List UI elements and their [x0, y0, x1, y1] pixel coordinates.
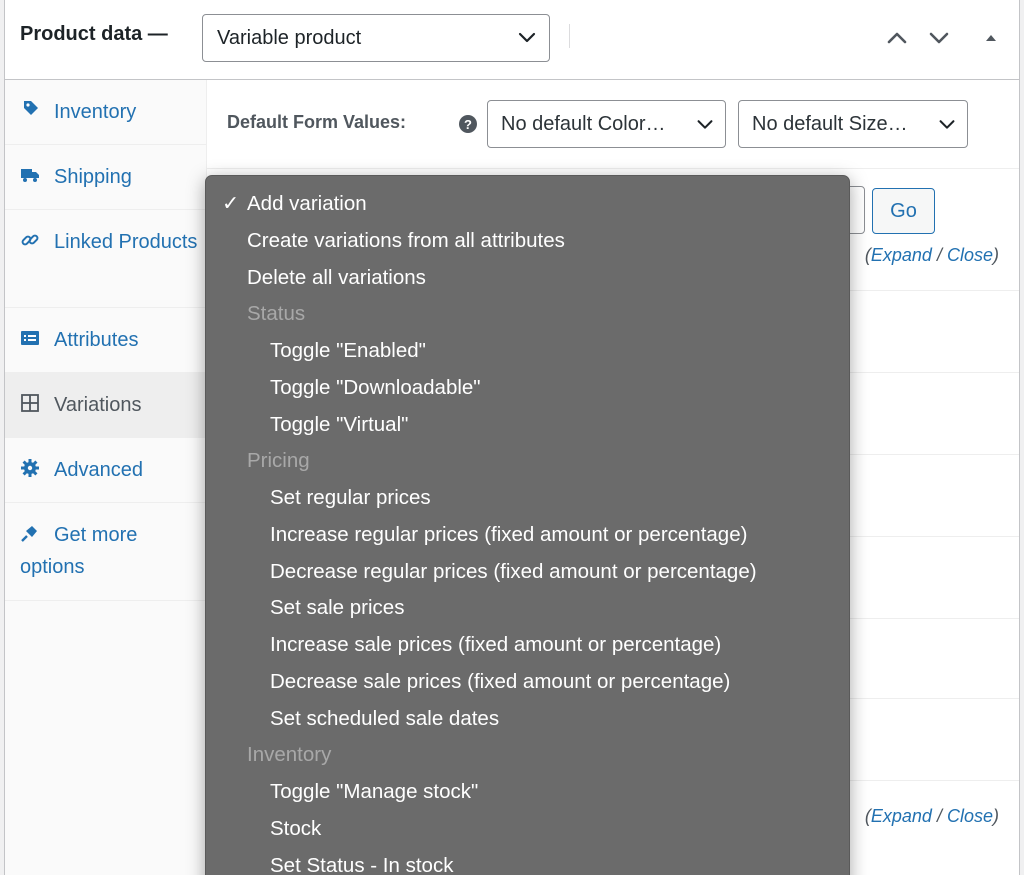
- tab-get-more-options[interactable]: Get more options: [5, 503, 206, 601]
- tab-label: Advanced: [54, 459, 143, 481]
- tab-label: Attributes: [54, 329, 139, 351]
- dropdown-option-label: Pricing: [247, 449, 310, 473]
- collapse-toggle-icon[interactable]: [979, 26, 1003, 50]
- dropdown-option-label: Set scheduled sale dates: [270, 706, 500, 730]
- move-down-icon[interactable]: [927, 26, 951, 50]
- tab-shipping[interactable]: Shipping: [5, 145, 206, 210]
- dropdown-option-label: Increase sale prices (fixed amount or pe…: [270, 633, 722, 656]
- tab-label: Inventory: [54, 101, 137, 123]
- dropdown-option-label: Toggle "Virtual": [270, 412, 409, 436]
- tab-variations[interactable]: Variations: [5, 373, 206, 438]
- dropdown-option-label: Delete all variations: [247, 265, 426, 289]
- default-color-select[interactable]: No default Color…: [487, 100, 726, 148]
- tab-label: Variations: [54, 394, 142, 416]
- expand-link[interactable]: Expand: [871, 245, 932, 265]
- tab-inventory[interactable]: Inventory: [5, 80, 206, 145]
- dropdown-option-label: Toggle "Enabled": [270, 339, 426, 362]
- separator: /: [931, 245, 947, 265]
- paren-close: ): [993, 806, 999, 826]
- dropdown-option-label: Set Status - In stock: [270, 853, 454, 875]
- dropdown-option[interactable]: Stock: [206, 811, 849, 847]
- dropdown-option-label: Set sale prices: [270, 596, 405, 620]
- close-link[interactable]: Close: [947, 245, 993, 265]
- dropdown-option-label: Create variations from all attributes: [247, 228, 565, 252]
- svg-text:?: ?: [464, 117, 472, 132]
- dropdown-option-label: Toggle "Manage stock": [270, 780, 479, 803]
- product-type-value: Variable product: [217, 27, 362, 49]
- dropdown-option[interactable]: Set Status - In stock: [206, 848, 849, 875]
- product-data-tabs: Inventory Shipping Linked Products Attri…: [5, 80, 207, 875]
- dropdown-option-label: Inventory: [247, 743, 332, 767]
- tab-advanced[interactable]: Advanced: [5, 438, 206, 503]
- checkmark-icon: ✓: [222, 192, 240, 215]
- tab-label: Linked Products: [54, 231, 198, 253]
- dropdown-option[interactable]: Decrease regular prices (fixed amount or…: [206, 554, 849, 590]
- default-size-value: No default Size…: [752, 113, 908, 135]
- dropdown-option-label: Decrease regular prices (fixed amount or…: [270, 559, 757, 583]
- separator: /: [931, 806, 947, 826]
- dropdown-option-label: Decrease sale prices (fixed amount or pe…: [270, 669, 731, 693]
- dropdown-option[interactable]: Set regular prices: [206, 480, 849, 516]
- dropdown-option[interactable]: Create variations from all attributes: [206, 223, 849, 259]
- expand-close-links-bottom: (Expand / Close): [865, 806, 999, 827]
- default-color-value: No default Color…: [501, 113, 666, 135]
- expand-link[interactable]: Expand: [871, 806, 932, 826]
- close-link[interactable]: Close: [947, 806, 993, 826]
- dropdown-optgroup-label: Inventory: [206, 737, 849, 773]
- tab-linked-products[interactable]: Linked Products: [5, 210, 206, 308]
- dropdown-option[interactable]: Decrease sale prices (fixed amount or pe…: [206, 664, 849, 700]
- default-size-select[interactable]: No default Size…: [738, 100, 968, 148]
- dropdown-option-label: Stock: [270, 816, 322, 840]
- tab-label: Shipping: [54, 166, 132, 188]
- bulk-actions-dropdown-menu: ✓ Add variation Create variations from all…: [205, 175, 850, 875]
- dropdown-option[interactable]: Toggle "Virtual": [206, 407, 849, 443]
- go-button[interactable]: Go: [872, 188, 935, 234]
- dropdown-optgroup-label: Pricing: [206, 443, 849, 479]
- dropdown-option[interactable]: Delete all variations: [206, 260, 849, 296]
- dropdown-option-label: Toggle "Downloadable": [270, 375, 481, 399]
- header-separator: [569, 24, 570, 48]
- dropdown-option[interactable]: Toggle "Enabled": [206, 333, 849, 369]
- dropdown-option[interactable]: Toggle "Downloadable": [206, 370, 849, 406]
- product-data-title: Product data —: [20, 23, 168, 45]
- default-form-values-label: Default Form Values:: [227, 112, 407, 132]
- move-up-icon[interactable]: [885, 26, 909, 50]
- dropdown-option[interactable]: Increase sale prices (fixed amount or pe…: [206, 627, 849, 663]
- tab-label: Get more options: [20, 524, 138, 578]
- help-icon[interactable]: ?: [458, 114, 478, 134]
- tab-attributes[interactable]: Attributes: [5, 308, 206, 373]
- dropdown-option-label: Increase regular prices (fixed amount or…: [270, 522, 748, 546]
- dropdown-option-label: Set regular prices: [270, 486, 431, 509]
- paren-close: ): [993, 245, 999, 265]
- dropdown-optgroup-label: Status: [206, 296, 849, 332]
- dropdown-option[interactable]: ✓ Add variation: [206, 186, 849, 222]
- dropdown-option[interactable]: Set scheduled sale dates: [206, 701, 849, 737]
- chevron-down-icon: [939, 120, 955, 129]
- dropdown-option[interactable]: Toggle "Manage stock": [206, 774, 849, 810]
- product-data-header: Product data — Variable product: [5, 0, 1019, 80]
- chevron-down-icon: [518, 32, 536, 43]
- product-type-select[interactable]: Variable product: [202, 14, 550, 62]
- dropdown-option-label: Status: [247, 302, 306, 326]
- default-form-values-row: Default Form Values: ? No default Color……: [207, 80, 1019, 169]
- dropdown-option[interactable]: Set sale prices: [206, 590, 849, 626]
- chevron-down-icon: [697, 120, 713, 129]
- dropdown-option[interactable]: Increase regular prices (fixed amount or…: [206, 517, 849, 553]
- dropdown-option-label: Add variation: [247, 192, 367, 215]
- expand-close-links: (Expand / Close): [865, 245, 999, 266]
